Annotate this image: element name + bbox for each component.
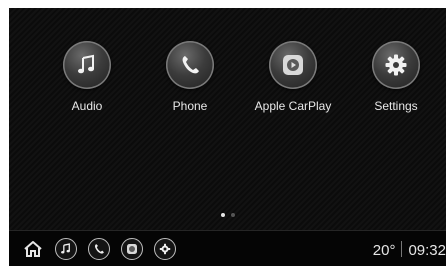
audio-shortcut-button[interactable] bbox=[55, 238, 77, 260]
phone-handset-icon bbox=[94, 244, 104, 254]
bottom-bar: 20° 09:32 bbox=[9, 230, 446, 266]
status-area: 20° 09:32 bbox=[373, 241, 446, 259]
gear-icon bbox=[372, 41, 420, 89]
settings-app-label: Settings bbox=[374, 99, 418, 113]
status-divider bbox=[401, 241, 403, 257]
apple-carplay-app-label: Apple CarPlay bbox=[254, 99, 332, 113]
settings-app-button[interactable]: Settings bbox=[346, 41, 446, 113]
phone-handset-icon bbox=[166, 41, 214, 89]
music-note-icon bbox=[63, 41, 111, 89]
clock-readout: 09:32 bbox=[408, 242, 446, 259]
home-icon[interactable] bbox=[23, 240, 43, 258]
phone-app-button[interactable]: Phone bbox=[140, 41, 240, 113]
page-dot[interactable] bbox=[230, 213, 235, 217]
carplay-icon bbox=[269, 41, 317, 89]
phone-app-label: Phone bbox=[172, 99, 208, 113]
carplay-shortcut-button[interactable] bbox=[121, 238, 143, 260]
carplay-icon bbox=[127, 244, 137, 254]
app-grid: Audio Phone Apple CarPlay Settings bbox=[9, 8, 446, 208]
gear-icon bbox=[159, 243, 171, 255]
settings-shortcut-button[interactable] bbox=[154, 238, 176, 260]
temperature-readout: 20° bbox=[372, 242, 396, 259]
page-indicator bbox=[9, 213, 446, 221]
home-screen: Audio Phone Apple CarPlay Settings 20° 0… bbox=[9, 8, 446, 266]
infotainment-screen: Audio Phone Apple CarPlay Settings 20° 0… bbox=[0, 0, 446, 266]
audio-app-button[interactable]: Audio bbox=[37, 41, 137, 113]
phone-shortcut-button[interactable] bbox=[88, 238, 110, 260]
music-note-icon bbox=[61, 243, 70, 254]
page-dot-active[interactable] bbox=[220, 213, 225, 217]
audio-app-label: Audio bbox=[71, 99, 103, 113]
apple-carplay-app-button[interactable]: Apple CarPlay bbox=[243, 41, 343, 113]
